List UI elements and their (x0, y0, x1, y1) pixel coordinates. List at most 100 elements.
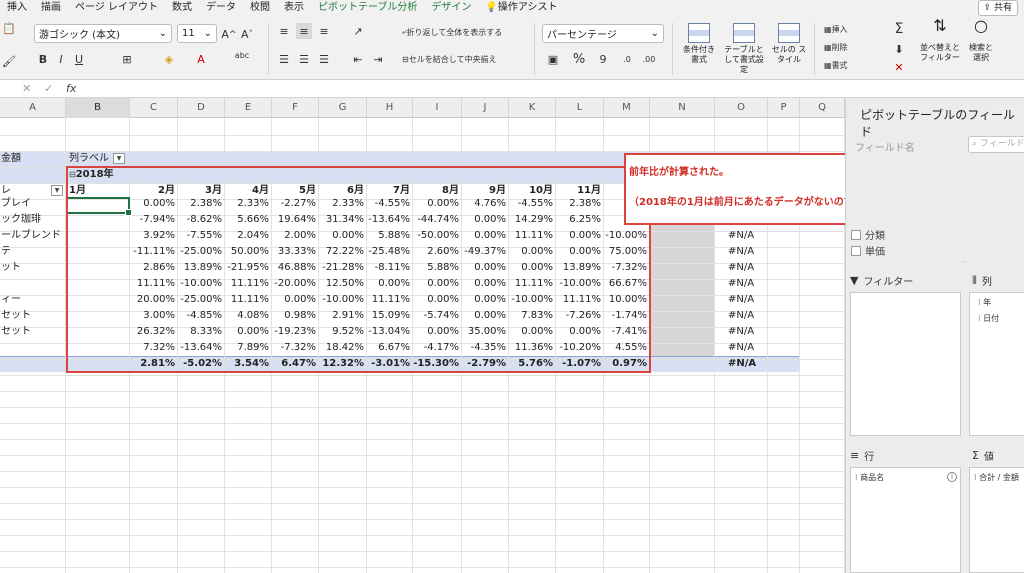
column-labels-cell[interactable]: 列ラベル ▼ (68, 151, 130, 167)
col-header-g[interactable]: G (319, 98, 367, 118)
paste-icon[interactable]: 📋 (0, 20, 18, 36)
col-header-o[interactable]: O (715, 98, 768, 118)
field-search-input[interactable]: ⌕ フィールド (968, 136, 1024, 153)
tab-tell-me[interactable]: 💡操作アシスト (478, 0, 564, 17)
row-field-product[interactable]: ⁝ 商品名 (855, 472, 884, 483)
value-field-sum-amount[interactable]: ⁝ 合計 / 金額 (974, 472, 1019, 483)
col-header-m[interactable]: M (604, 98, 650, 118)
col-o-cell[interactable]: #N/A (728, 292, 768, 308)
info-icon[interactable]: i (947, 472, 957, 482)
wrap-text-button[interactable]: ⤶ 折り返して全体を表示する (402, 24, 526, 40)
cell-styles-button[interactable]: セルの スタイル (770, 23, 808, 65)
row-label[interactable]: ールブレンド (0, 228, 66, 244)
col-header-a[interactable]: A (0, 98, 66, 118)
col-o-cell[interactable]: #N/A (728, 340, 768, 356)
col-header-p[interactable]: P (768, 98, 800, 118)
share-button[interactable]: ⇪ 共有 (977, 0, 1018, 16)
decrease-font-icon[interactable]: Aˇ (240, 26, 254, 42)
align-right-icon[interactable]: ☰ (316, 51, 332, 67)
col-o-cell[interactable]: #N/A (728, 228, 768, 244)
values-drop-area[interactable]: ⁝ 合計 / 金額 (969, 467, 1024, 573)
align-bottom-icon[interactable]: ≡ (316, 23, 332, 39)
row-label[interactable]: ィー (0, 292, 66, 308)
format-cells-button[interactable]: ▦ 書式 (824, 57, 874, 73)
font-name-select[interactable]: 游ゴシック (本文) ⌄ (34, 24, 172, 43)
col-header-f[interactable]: F (272, 98, 319, 118)
tab-view[interactable]: 表示 (277, 0, 311, 17)
col-header-k[interactable]: K (509, 98, 556, 118)
col-o-cell[interactable]: #N/A (728, 260, 768, 276)
rows-drop-area[interactable]: ⁝ 商品名 i (850, 467, 961, 573)
splitter-handle-icon[interactable]: ⋯ (961, 258, 968, 266)
col-o-cell[interactable]: #N/A (728, 324, 768, 340)
fill-color-icon[interactable]: ◈ (160, 51, 178, 67)
format-painter-icon[interactable]: 🖌 (0, 53, 18, 69)
format-as-table-button[interactable]: テーブルとして書式設定 (722, 23, 766, 75)
comma-style-button[interactable]: 9 (594, 51, 612, 67)
increase-decimal-icon[interactable]: .0 (618, 51, 636, 67)
filter-dropdown-icon[interactable]: ▼ (113, 152, 125, 164)
col-o-cell[interactable]: #N/A (728, 308, 768, 324)
indent-increase-icon[interactable]: ⇥ (370, 51, 386, 67)
column-field-date[interactable]: ⁝ 日付 (978, 313, 999, 324)
tab-formulas[interactable]: 数式 (165, 0, 199, 17)
font-color-icon[interactable]: A (192, 51, 210, 67)
underline-button[interactable]: U (72, 51, 86, 67)
col-o-cell[interactable]: #N/A (728, 356, 768, 372)
col-o-cell[interactable]: #N/A (728, 244, 768, 260)
align-left-icon[interactable]: ☰ (276, 51, 292, 67)
filter-dropdown-icon[interactable]: ▼ (51, 184, 63, 196)
col-header-j[interactable]: J (462, 98, 509, 118)
italic-button[interactable]: I (54, 51, 68, 67)
orientation-icon[interactable]: ↗ (350, 23, 366, 39)
field-checkbox-category[interactable]: 分類 (851, 227, 885, 242)
cancel-icon[interactable]: ✕ (22, 82, 31, 95)
increase-font-icon[interactable]: A ^ (221, 26, 236, 42)
row-label[interactable] (0, 356, 66, 372)
fill-icon[interactable]: ⬇ (890, 41, 908, 57)
col-header-l[interactable]: L (556, 98, 604, 118)
tab-review[interactable]: 校閲 (243, 0, 277, 17)
row-label[interactable]: セット (0, 308, 66, 324)
decrease-decimal-icon[interactable]: .00 (640, 51, 658, 67)
tab-pivot-analyze[interactable]: ピボットテーブル分析 (311, 0, 424, 17)
col-header-c[interactable]: C (130, 98, 178, 118)
number-format-select[interactable]: パーセンテージ ⌄ (542, 24, 664, 43)
borders-icon[interactable]: ⊞ (118, 51, 136, 67)
row-label[interactable] (0, 276, 66, 292)
merge-center-button[interactable]: ⊟ セルを結合して中央揃え (402, 51, 526, 67)
column-field-year[interactable]: ⁝ 年 (978, 297, 991, 308)
tab-draw[interactable]: 描画 (34, 0, 68, 17)
row-label[interactable]: セット (0, 324, 66, 340)
delete-cells-button[interactable]: ▦ 削除 (824, 39, 874, 55)
conditional-format-button[interactable]: 条件付き 書式 (680, 23, 718, 65)
row-label[interactable]: ック珈琲 (0, 212, 66, 228)
autosum-button[interactable]: Σ (890, 21, 908, 37)
col-header-i[interactable]: I (413, 98, 462, 118)
col-header-n[interactable]: N (650, 98, 715, 118)
col-header-e[interactable]: E (225, 98, 272, 118)
bold-button[interactable]: B (36, 51, 50, 67)
tab-page-layout[interactable]: ページ レイアウト (68, 0, 165, 17)
tab-data[interactable]: データ (199, 0, 243, 17)
tab-insert[interactable]: 挿入 (0, 0, 34, 17)
sort-filter-button[interactable]: ⇅ 並べ替えと フィルター (918, 18, 962, 63)
align-top-icon[interactable]: ≡ (276, 23, 292, 39)
col-o-cell[interactable]: #N/A (728, 276, 768, 292)
font-size-select[interactable]: 11 ⌄ (177, 24, 217, 43)
columns-drop-area[interactable]: ⁝ 年 ⁝ 日付 (969, 292, 1024, 436)
col-header-q[interactable]: Q (800, 98, 845, 118)
col-header-b[interactable]: B (66, 98, 130, 118)
tab-design[interactable]: デザイン (424, 0, 478, 17)
accounting-format-icon[interactable]: ▣ (544, 51, 562, 67)
row-label[interactable]: ット (0, 260, 66, 276)
indent-decrease-icon[interactable]: ⇤ (350, 51, 366, 67)
insert-cells-button[interactable]: ▦ 挿入 (824, 21, 874, 37)
align-center-icon[interactable]: ☰ (296, 51, 312, 67)
filters-drop-area[interactable] (850, 292, 961, 436)
phonetic-icon[interactable]: abc (232, 47, 252, 63)
align-middle-icon[interactable]: ≡ (296, 23, 312, 39)
col-header-h[interactable]: H (367, 98, 413, 118)
field-checkbox-unit-price[interactable]: 単価 (851, 243, 885, 258)
insert-function-button[interactable]: fx (66, 82, 76, 95)
